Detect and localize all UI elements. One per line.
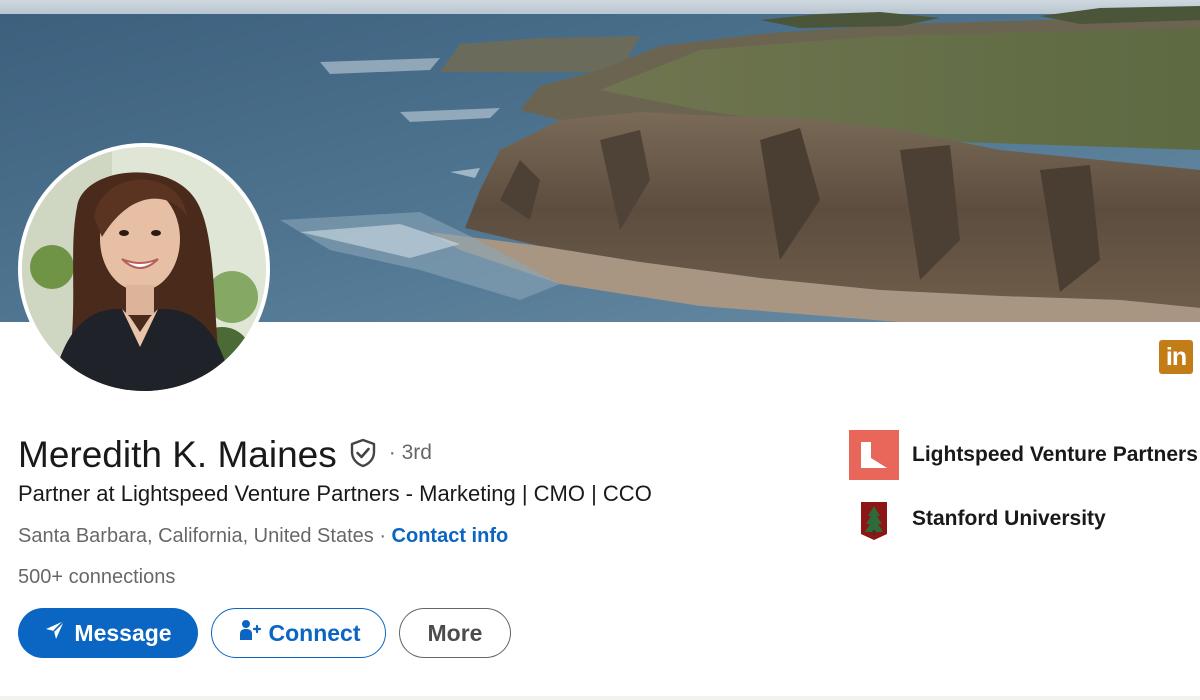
profile-card: in Meredith K. Maines · 3rd Partner at L… xyxy=(0,0,1200,700)
more-button-label: More xyxy=(427,619,483,646)
profile-organizations: Lightspeed Venture Partners Stanford Uni… xyxy=(849,430,1198,558)
message-button-label: Message xyxy=(74,619,172,646)
add-person-icon xyxy=(237,618,261,648)
profile-photo[interactable] xyxy=(18,143,270,395)
linkedin-logo-icon: in xyxy=(1159,340,1193,374)
name-row: Meredith K. Maines · 3rd xyxy=(18,430,432,480)
contact-info-link[interactable]: Contact info xyxy=(392,525,509,547)
more-button[interactable]: More xyxy=(399,608,511,658)
location-row: Santa Barbara, California, United States… xyxy=(18,525,508,548)
lightspeed-logo-icon xyxy=(849,430,899,480)
connections-count[interactable]: 500+ connections xyxy=(18,566,175,589)
message-button[interactable]: Message xyxy=(18,608,198,658)
connect-button-label: Connect xyxy=(268,619,361,646)
profile-name: Meredith K. Maines xyxy=(18,434,337,475)
org-item-stanford[interactable]: Stanford University xyxy=(849,494,1198,544)
org-item-lightspeed[interactable]: Lightspeed Venture Partners xyxy=(849,430,1198,480)
send-icon xyxy=(44,619,66,647)
connection-degree: · 3rd xyxy=(388,441,432,464)
shield-check-icon[interactable] xyxy=(347,437,379,469)
divider xyxy=(0,696,1200,700)
stanford-logo-icon xyxy=(849,494,899,544)
connect-button[interactable]: Connect xyxy=(211,608,386,658)
org-name: Stanford University xyxy=(912,507,1106,530)
profile-actions: Message Connect More xyxy=(18,608,511,658)
profile-headline: Partner at Lightspeed Venture Partners -… xyxy=(18,481,652,506)
profile-location: Santa Barbara, California, United States xyxy=(18,525,374,547)
location-separator: · xyxy=(373,525,392,547)
org-name: Lightspeed Venture Partners xyxy=(912,443,1198,466)
